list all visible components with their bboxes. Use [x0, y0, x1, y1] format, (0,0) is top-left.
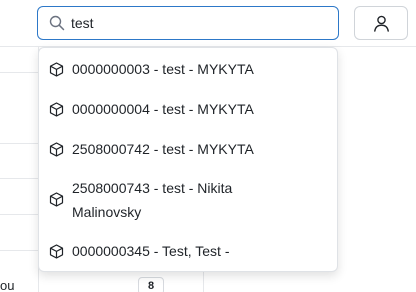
user-icon — [373, 15, 390, 32]
package-icon — [49, 142, 64, 157]
package-icon — [49, 62, 64, 77]
background-row-divider — [0, 72, 38, 73]
search-box[interactable] — [37, 6, 339, 40]
search-result-item[interactable]: 2508000743 - test - Nikita Malinovsky — [39, 174, 337, 226]
search-result-label: 2508000742 - test - MYKYTA — [72, 141, 254, 157]
package-icon — [49, 244, 64, 259]
user-menu-button[interactable] — [354, 6, 408, 40]
background-count-badge: 8 — [138, 277, 164, 292]
background-row-divider — [0, 143, 38, 144]
search-result-label: 0000000345 - Test, Test - — [72, 243, 230, 259]
background-row-divider — [0, 250, 38, 251]
package-icon — [49, 102, 64, 117]
search-result-label: 0000000004 - test - MYKYTA — [72, 101, 254, 117]
search-result-item[interactable]: 0000000003 - test - MYKYTA — [39, 56, 337, 82]
search-results-dropdown: 0000000003 - test - MYKYTA 0000000004 - … — [38, 47, 338, 272]
search-icon — [49, 15, 65, 31]
background-row-divider — [0, 178, 38, 179]
package-icon — [49, 192, 64, 207]
search-result-item[interactable]: 2508000742 - test - MYKYTA — [39, 136, 337, 162]
search-result-label: 2508000743 - test - Nikita Malinovsky — [72, 180, 233, 220]
search-result-label: 0000000003 - test - MYKYTA — [72, 61, 254, 77]
background-row-text: ou — [0, 278, 15, 292]
search-input[interactable] — [71, 12, 321, 34]
search-result-item[interactable]: 0000000004 - test - MYKYTA — [39, 96, 337, 122]
background-row-divider — [0, 214, 38, 215]
search-result-item[interactable]: 0000000345 - Test, Test - — [39, 238, 337, 264]
